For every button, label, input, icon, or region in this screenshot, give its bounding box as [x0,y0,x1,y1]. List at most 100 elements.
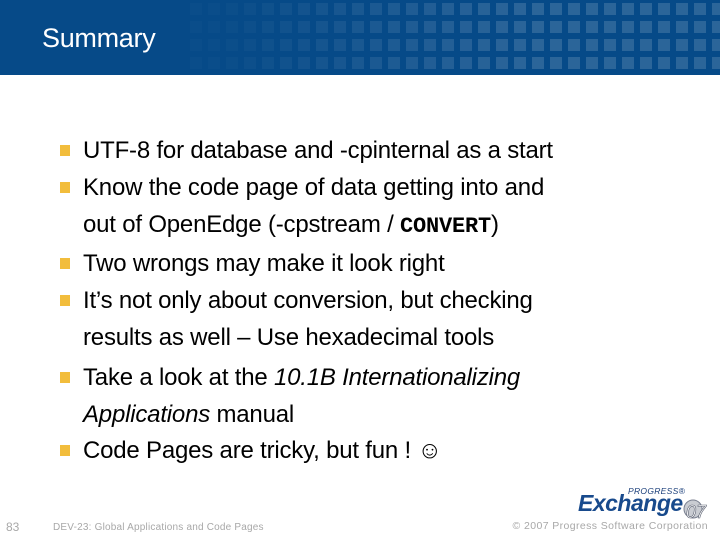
pattern-square [334,57,346,69]
bullet-line: Code Pages are tricky, but fun ! ☺ [83,432,683,469]
pattern-square [388,3,400,15]
pattern-square [370,57,382,69]
bullet-line: It’s not only about conversion, but chec… [83,282,683,319]
pattern-square [514,21,526,33]
pattern-square [442,3,454,15]
slide-number: 83 [6,520,20,534]
pattern-square [460,3,472,15]
pattern-square [190,21,202,33]
pattern-square [694,3,706,15]
pattern-square [514,3,526,15]
pattern-square [406,21,418,33]
pattern-square [568,21,580,33]
pattern-square [280,57,292,69]
pattern-square [532,39,544,51]
pattern-square [478,39,490,51]
slide-title: Summary [42,23,156,53]
text-run: UTF-8 for database and -cpinternal as a … [83,137,553,164]
pattern-square [370,3,382,15]
pattern-square [550,3,562,15]
pattern-square [532,3,544,15]
pattern-square [280,21,292,33]
pattern-square [460,57,472,69]
pattern-square [622,57,634,69]
header-square-pattern [190,3,720,69]
slide-header: Summary [0,0,720,75]
pattern-square [712,57,720,69]
pattern-square [316,39,328,51]
pattern-square [640,57,652,69]
pattern-square [208,57,220,69]
pattern-square [262,3,274,15]
pattern-square [406,57,418,69]
pattern-square [352,57,364,69]
text-run: Two wrongs may make it look right [83,250,445,277]
text-run: results as well – Use hexadecimal tools [83,324,495,351]
pattern-square [352,39,364,51]
pattern-square [712,21,720,33]
pattern-square [298,57,310,69]
pattern-square [190,39,202,51]
text-run: ☺ [417,437,442,464]
pattern-square [532,57,544,69]
bullet-marker-icon [60,445,70,456]
pattern-square [262,57,274,69]
pattern-square [280,39,292,51]
pattern-square [622,39,634,51]
pattern-square [514,39,526,51]
pattern-square [262,39,274,51]
pattern-square [658,57,670,69]
pattern-square [586,39,598,51]
bullet-marker-icon [60,295,70,306]
pattern-square [226,39,238,51]
bullet-text: Know the code page of data getting into … [83,169,683,245]
pattern-square [208,21,220,33]
bullet-marker-icon [60,372,70,383]
pattern-square [226,3,238,15]
pattern-square [496,39,508,51]
pattern-square [658,21,670,33]
bullet-marker-icon [60,182,70,193]
pattern-square [478,57,490,69]
code-keyword: CONVERT [400,214,492,239]
pattern-square [514,57,526,69]
bullet-text: Two wrongs may make it look right [83,245,683,282]
logo-year-icon: 07 [683,499,707,522]
bullet-line: Know the code page of data getting into … [83,169,683,206]
pattern-square [478,21,490,33]
bullet-text: Take a look at the 10.1B Internationaliz… [83,359,683,433]
pattern-square [586,3,598,15]
pattern-square [316,3,328,15]
pattern-square [388,39,400,51]
pattern-square [424,21,436,33]
text-run: Take a look at the [83,364,274,391]
pattern-square [604,21,616,33]
pattern-square [190,57,202,69]
pattern-square [496,3,508,15]
pattern-square [370,21,382,33]
pattern-square [244,21,256,33]
pattern-square [604,3,616,15]
text-run: manual [210,401,294,428]
pattern-square [640,21,652,33]
pattern-square [604,39,616,51]
pattern-square [352,3,364,15]
pattern-square [424,57,436,69]
pattern-square [712,39,720,51]
pattern-square [424,3,436,15]
pattern-square [406,3,418,15]
pattern-square [244,39,256,51]
pattern-square [478,3,490,15]
text-run: Code Pages are tricky, but fun ! [83,437,418,464]
pattern-square [676,57,688,69]
pattern-square [694,57,706,69]
bullet-text: It’s not only about conversion, but chec… [83,282,683,356]
pattern-square [190,3,202,15]
bullet-text: UTF-8 for database and -cpinternal as a … [83,132,683,169]
pattern-square [550,39,562,51]
pattern-square [496,57,508,69]
pattern-square [460,39,472,51]
pattern-square [568,39,580,51]
pattern-square [442,21,454,33]
pattern-square [442,57,454,69]
